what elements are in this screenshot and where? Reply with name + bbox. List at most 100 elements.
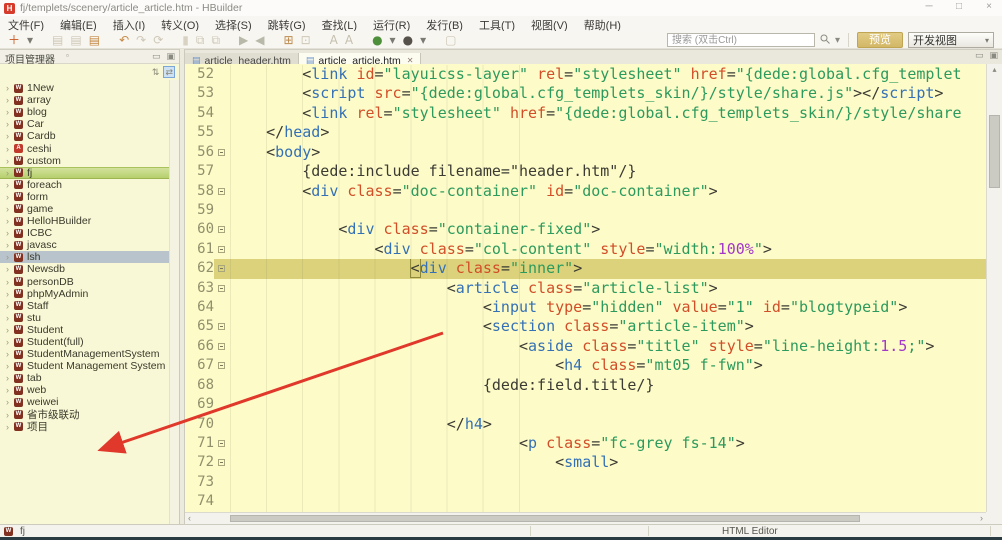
- fold-column[interactable]: [214, 259, 230, 278]
- tree-item-phpmyadmin[interactable]: ›WphpMyAdmin: [0, 288, 169, 300]
- tree-item-web[interactable]: ›Wweb: [0, 384, 169, 396]
- expand-arrow-icon[interactable]: ›: [6, 95, 14, 105]
- expand-arrow-icon[interactable]: ›: [6, 228, 14, 238]
- tree-item-项目[interactable]: ›W项目: [0, 421, 169, 433]
- browser-dropdown[interactable]: ▾: [390, 31, 396, 49]
- expand-arrow-icon[interactable]: ›: [6, 144, 14, 154]
- code-line-73[interactable]: 73: [185, 473, 986, 492]
- fold-marker-icon[interactable]: [218, 362, 225, 369]
- save-icon[interactable]: ▤: [52, 31, 63, 49]
- code-line-67[interactable]: 67 <h4 class="mt05 f-fwn">: [185, 356, 986, 375]
- tree-item-student[interactable]: ›WStudent: [0, 324, 169, 336]
- editor-maximize-icon[interactable]: ▣: [989, 50, 998, 61]
- selection-icon[interactable]: ▮: [182, 31, 189, 49]
- view-mode-select[interactable]: 开发视图 ▾: [908, 32, 994, 48]
- minimize-icon[interactable]: ─: [922, 1, 936, 12]
- new-file-dropdown[interactable]: ▾: [27, 31, 33, 49]
- code-line-74[interactable]: 74: [185, 492, 986, 511]
- save-all-icon[interactable]: ▤: [70, 31, 81, 49]
- fold-column[interactable]: [214, 356, 230, 375]
- browser-run-icon[interactable]: ●: [372, 31, 382, 49]
- code-line-61[interactable]: 61 <div class="col-content" style="width…: [185, 240, 986, 259]
- fold-column[interactable]: [214, 337, 230, 356]
- fold-column[interactable]: [214, 279, 230, 298]
- tree-item-lsh[interactable]: ›Wlsh: [0, 251, 169, 263]
- expand-arrow-icon[interactable]: ›: [6, 325, 14, 335]
- code-line-52[interactable]: 52 <link id="layuicss-layer" rel="styles…: [185, 65, 986, 84]
- stop-icon[interactable]: ⊡: [301, 31, 311, 49]
- redo-icon[interactable]: ↷: [136, 31, 146, 49]
- code-line-63[interactable]: 63 <article class="article-list">: [185, 279, 986, 298]
- horizontal-scroll-thumb[interactable]: [230, 515, 860, 522]
- expand-arrow-icon[interactable]: ›: [6, 168, 14, 178]
- sidebar-pin-icon[interactable]: ▫: [66, 51, 69, 60]
- tree-item-foreach[interactable]: ›Wforeach: [0, 179, 169, 191]
- fold-marker-icon[interactable]: [218, 265, 225, 272]
- expand-arrow-icon[interactable]: ›: [6, 83, 14, 93]
- fold-column[interactable]: [214, 453, 230, 472]
- copy-icon[interactable]: ⧉: [196, 31, 205, 49]
- code-editor[interactable]: 52 <link id="layuicss-layer" rel="styles…: [185, 64, 1002, 524]
- refresh-icon[interactable]: ⟳: [153, 31, 163, 49]
- vertical-scroll-thumb[interactable]: [989, 115, 1000, 188]
- code-line-57[interactable]: 57 {dede:include filename="header.htm"/}: [185, 162, 986, 181]
- expand-arrow-icon[interactable]: ›: [6, 252, 14, 262]
- tree-item-game[interactable]: ›Wgame: [0, 203, 169, 215]
- preview-button[interactable]: 预览: [857, 32, 903, 48]
- link-with-editor-icon[interactable]: ⇄: [163, 66, 175, 78]
- expand-arrow-icon[interactable]: ›: [6, 313, 14, 323]
- code-line-54[interactable]: 54 <link rel="stylesheet" href="{dede:gl…: [185, 104, 986, 123]
- expand-arrow-icon[interactable]: ›: [6, 277, 14, 287]
- tree-item-fj[interactable]: ›Wfj: [0, 167, 169, 179]
- expand-arrow-icon[interactable]: ›: [6, 180, 14, 190]
- tree-item-form[interactable]: ›Wform: [0, 191, 169, 203]
- expand-arrow-icon[interactable]: ›: [6, 289, 14, 299]
- collapse-all-icon[interactable]: ⇅: [152, 67, 160, 77]
- fold-marker-icon[interactable]: [218, 343, 225, 350]
- expand-arrow-icon[interactable]: ›: [6, 240, 14, 250]
- code-line-66[interactable]: 66 <aside class="title" style="line-heig…: [185, 337, 986, 356]
- new-file-button[interactable]: ＋: [8, 31, 20, 49]
- editor-minimize-icon[interactable]: ▭: [975, 50, 984, 61]
- fold-column[interactable]: [214, 434, 230, 453]
- expand-arrow-icon[interactable]: ›: [6, 361, 14, 371]
- search-input[interactable]: [667, 33, 815, 47]
- tree-item-省市级联动[interactable]: ›W省市级联动: [0, 409, 169, 421]
- fold-marker-icon[interactable]: [218, 246, 225, 253]
- maximize-icon[interactable]: □: [952, 1, 966, 12]
- paste-icon[interactable]: ⧉: [211, 31, 220, 49]
- tree-item-student(full)[interactable]: ›WStudent(full): [0, 336, 169, 348]
- scroll-left-icon[interactable]: ‹: [188, 513, 191, 524]
- font-smaller-icon[interactable]: A: [345, 31, 353, 49]
- tree-item-hellohbuilder[interactable]: ›WHelloHBuilder: [0, 215, 169, 227]
- fold-column[interactable]: [214, 182, 230, 201]
- code-line-56[interactable]: 56 <body>: [185, 143, 986, 162]
- fold-column[interactable]: [214, 143, 230, 162]
- code-line-58[interactable]: 58 <div class="doc-container" id="doc-co…: [185, 182, 986, 201]
- code-line-60[interactable]: 60 <div class="container-fixed">: [185, 220, 986, 239]
- sidebar-scrollbar[interactable]: [169, 80, 179, 524]
- tree-item-weiwei[interactable]: ›Wweiwei: [0, 396, 169, 408]
- emulator-dropdown[interactable]: ▾: [420, 31, 426, 49]
- expand-arrow-icon[interactable]: ›: [6, 410, 14, 420]
- code-line-68[interactable]: 68 {dede:field.title/}: [185, 376, 986, 395]
- scroll-right-icon[interactable]: ›: [980, 513, 983, 524]
- fold-marker-icon[interactable]: [218, 188, 225, 195]
- tree-item-staff[interactable]: ›WStaff: [0, 300, 169, 312]
- fold-marker-icon[interactable]: [218, 226, 225, 233]
- code-line-70[interactable]: 70 </h4>: [185, 415, 986, 434]
- tree-item-array[interactable]: ›Warray: [0, 94, 169, 106]
- expand-arrow-icon[interactable]: ›: [6, 397, 14, 407]
- undo-icon[interactable]: ↶: [119, 31, 129, 49]
- expand-arrow-icon[interactable]: ›: [6, 204, 14, 214]
- fold-marker-icon[interactable]: [218, 459, 225, 466]
- tree-item-icbc[interactable]: ›WICBC: [0, 227, 169, 239]
- sidebar-minimize-icon[interactable]: ▭: [152, 51, 161, 62]
- code-line-53[interactable]: 53 <script src="{dede:global.cfg_templet…: [185, 84, 986, 103]
- search-icon[interactable]: [820, 34, 830, 47]
- code-line-64[interactable]: 64 <input type="hidden" value="1" id="bl…: [185, 298, 986, 317]
- code-line-72[interactable]: 72 <small>: [185, 453, 986, 472]
- code-line-59[interactable]: 59: [185, 201, 986, 220]
- tree-item-cardb[interactable]: ›WCardb: [0, 130, 169, 142]
- run-back-icon[interactable]: ◀: [255, 31, 264, 49]
